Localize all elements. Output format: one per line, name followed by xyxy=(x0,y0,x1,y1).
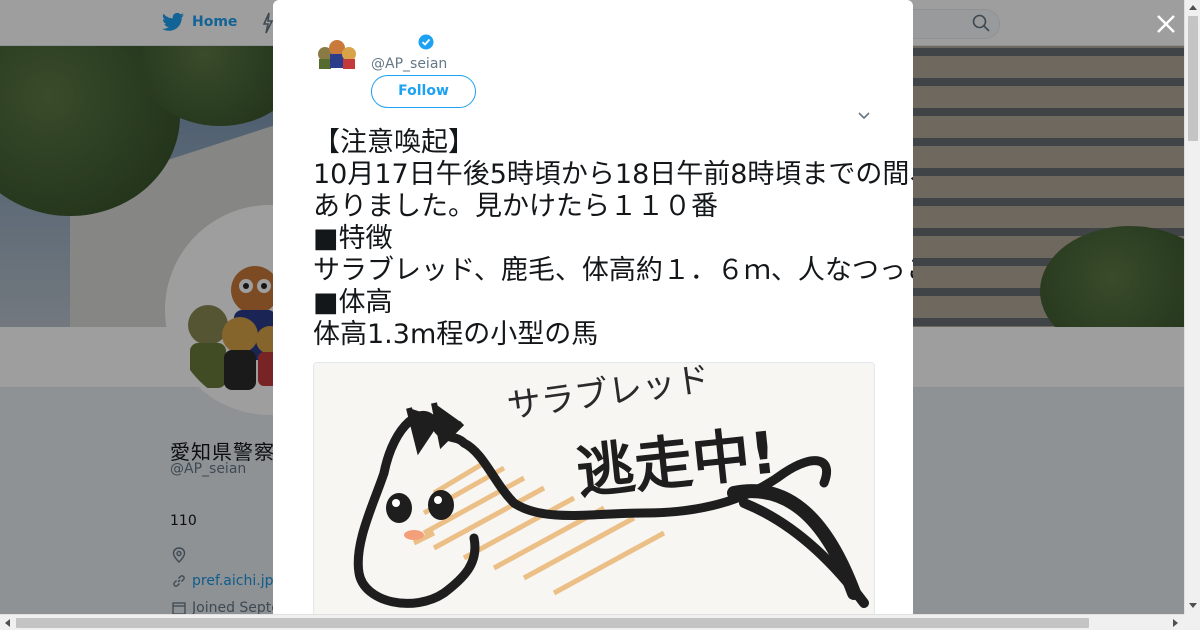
scroll-left-arrow-icon[interactable] xyxy=(5,619,10,627)
tweet-modal: @AP_seian Follow 【注意喚起】 10月17日午後5時頃から18日… xyxy=(273,0,913,614)
chevron-down-icon[interactable] xyxy=(857,110,871,120)
tweet-line: ありました。見かけたら１１０番 xyxy=(313,191,718,222)
tweet-media-image[interactable]: サラブレッド 逃走中! xyxy=(313,362,875,614)
horizontal-scroll-thumb[interactable] xyxy=(16,618,1089,628)
vertical-scroll-thumb[interactable] xyxy=(1188,16,1198,141)
tweet-author-avatar[interactable] xyxy=(315,34,361,70)
follow-button[interactable]: Follow xyxy=(371,75,476,108)
verified-badge-icon xyxy=(418,34,434,50)
tweet-text: 【注意喚起】 10月17日午後5時頃から18日午前8時頃までの間、馬１頭が競走馬… xyxy=(313,127,913,351)
tweet-line: ■特徴 xyxy=(313,223,393,254)
scrollbar-corner xyxy=(1184,614,1200,630)
horizontal-scrollbar[interactable] xyxy=(0,614,1184,630)
scroll-down-arrow-icon[interactable] xyxy=(1189,603,1197,608)
vertical-scrollbar[interactable] xyxy=(1184,0,1200,614)
close-icon[interactable] xyxy=(1154,12,1178,36)
scroll-right-arrow-icon[interactable] xyxy=(1173,619,1178,627)
tweet-line: 体高1.3m程の小型の馬 xyxy=(313,319,599,350)
scroll-up-arrow-icon[interactable] xyxy=(1189,5,1197,10)
tweet-line: 10月17日午後5時頃から18日午前8時頃までの間、馬１頭が競走馬育成施設から逃… xyxy=(313,159,913,190)
tweet-author-handle[interactable]: @AP_seian xyxy=(371,56,447,72)
horse-illustration: サラブレッド 逃走中! xyxy=(314,363,874,614)
tweet-line: サラブレッド、鹿毛、体高約１．６ｍ、人なつっこい性格です。 xyxy=(313,255,913,286)
tweet-line: 【注意喚起】 xyxy=(313,127,475,158)
tweet-line: ■体高 xyxy=(313,287,393,318)
